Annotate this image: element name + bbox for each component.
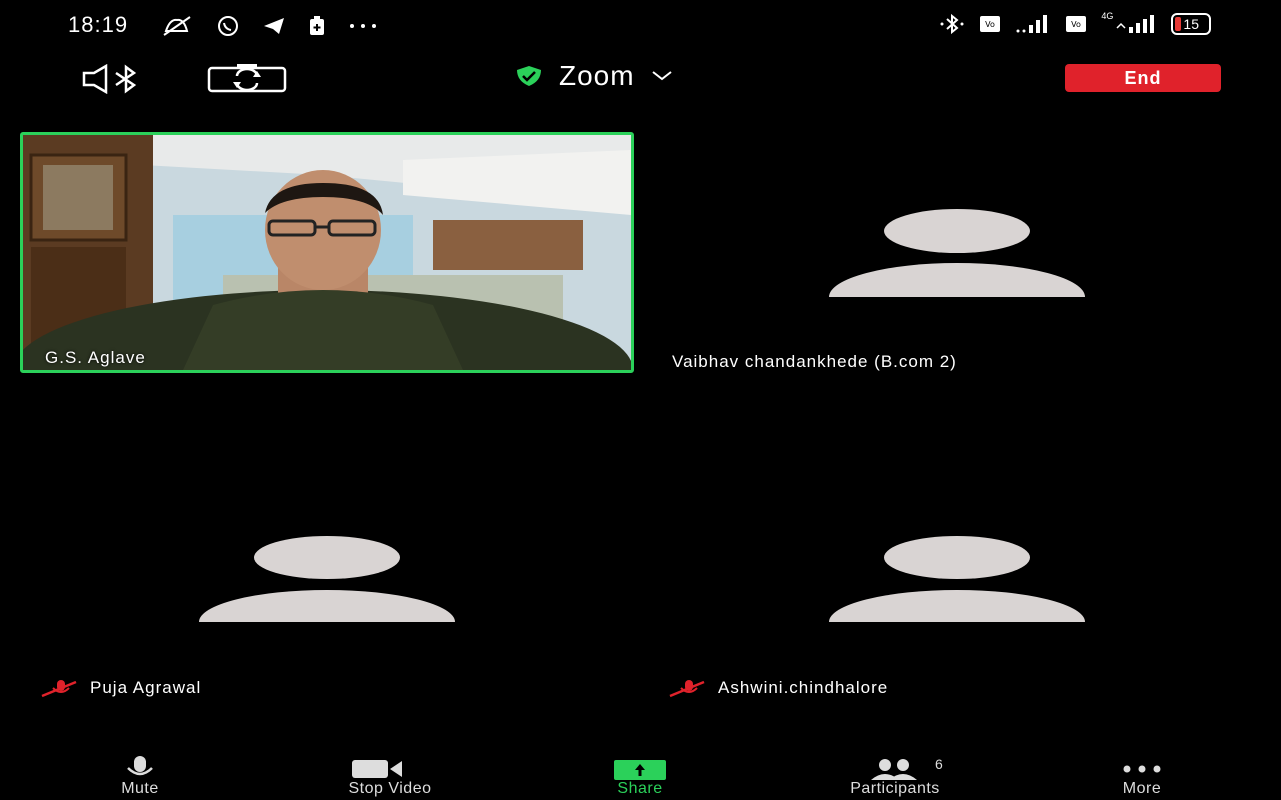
participant-name-label: Ashwini.chindhalore xyxy=(668,678,888,698)
bluetooth-speaker-icon xyxy=(82,63,137,95)
battery-saver-icon xyxy=(310,16,324,35)
participant-video-tile[interactable]: G.S. Aglave xyxy=(20,132,634,373)
mute-label: Mute xyxy=(121,780,159,797)
volte-icon: Vo xyxy=(1066,16,1087,32)
participants-label: Participants xyxy=(850,780,940,797)
battery-level-bar xyxy=(1175,17,1182,31)
share-screen-icon xyxy=(614,760,666,780)
end-meeting-button[interactable]: End xyxy=(1065,64,1221,92)
meeting-title-dropdown[interactable]: Zoom xyxy=(515,60,673,92)
signal-icon xyxy=(1116,15,1155,33)
participant-tile[interactable] xyxy=(20,460,640,660)
video-camera-icon xyxy=(352,760,402,778)
bluetooth-icon xyxy=(940,13,964,35)
avatar-head xyxy=(884,209,1030,253)
avatar-head xyxy=(254,536,400,579)
telegram-icon xyxy=(264,18,284,34)
participants-count-badge: 6 xyxy=(935,756,943,772)
participant-name-label: Vaibhav chandankhede (B.com 2) xyxy=(672,352,957,371)
whatsapp-icon xyxy=(218,16,238,36)
share-label: Share xyxy=(617,780,663,797)
participant-tile[interactable] xyxy=(650,132,1270,382)
participant-video-feed xyxy=(23,135,631,370)
more-label: More xyxy=(1122,780,1162,797)
volte-icon: Vo xyxy=(980,16,1001,32)
svg-text:Vo: Vo xyxy=(1072,20,1082,29)
status-time: 18:19 xyxy=(68,12,129,37)
svg-text:Vo: Vo xyxy=(986,20,996,29)
participant-name-label: Puja Agrawal xyxy=(40,678,201,698)
muted-notification-icon xyxy=(163,16,191,36)
battery-indicator: 15 xyxy=(1171,13,1211,35)
meeting-toolbar: Mute Stop Video Share 6 Participants Mor… xyxy=(0,752,1281,800)
switch-camera-icon xyxy=(207,64,287,93)
switch-camera-button[interactable] xyxy=(207,63,287,98)
meeting-header: Zoom End xyxy=(0,52,1281,102)
participant-name-label: G.S. Aglave xyxy=(45,348,146,367)
shield-icon xyxy=(517,66,541,86)
microphone-icon xyxy=(127,756,153,776)
audio-output-button[interactable] xyxy=(82,63,164,99)
participant-tile[interactable] xyxy=(650,460,1270,660)
avatar-body xyxy=(199,590,455,622)
avatar-head xyxy=(884,536,1030,579)
muted-mic-icon xyxy=(669,680,705,698)
avatar-body xyxy=(829,590,1085,622)
participants-icon xyxy=(871,759,917,780)
muted-mic-icon xyxy=(41,680,77,698)
status-bar: 18:19 Vo Vo 4G 15 xyxy=(0,0,1281,50)
avatar-body xyxy=(829,263,1085,297)
more-dots-icon xyxy=(1123,765,1161,773)
network-type-badge: 4G xyxy=(1101,11,1114,21)
chevron-down-icon xyxy=(651,71,672,81)
more-dots-icon xyxy=(350,24,376,28)
stop-video-label: Stop Video xyxy=(348,780,432,797)
meeting-title: Zoom xyxy=(559,60,635,91)
battery-level-text: 15 xyxy=(1183,16,1199,32)
signal-icon xyxy=(1016,15,1048,33)
